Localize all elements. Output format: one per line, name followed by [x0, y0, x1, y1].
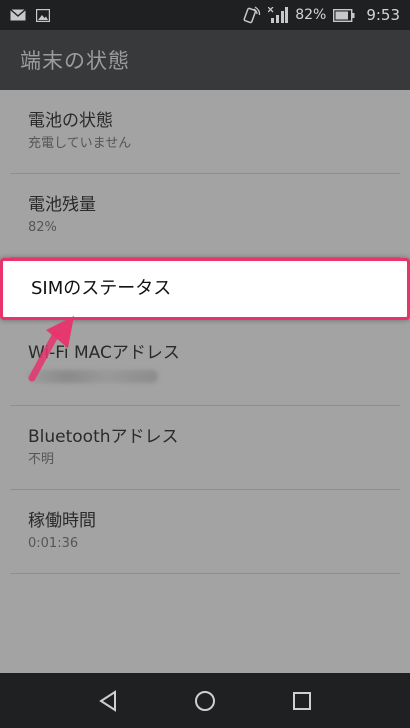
item-title: 電池残量	[28, 195, 96, 215]
item-title: 電池の状態	[28, 111, 113, 131]
list-item-uptime[interactable]: 稼働時間 0:01:36	[10, 490, 400, 574]
battery-icon	[333, 8, 355, 22]
list-item-battery-status[interactable]: 電池の状態 充電していません	[10, 90, 400, 174]
item-summary: 不明	[28, 452, 55, 467]
image-icon	[36, 8, 50, 22]
home-icon[interactable]	[185, 681, 225, 721]
recents-icon[interactable]	[282, 681, 322, 721]
app-bar: 端末の状態	[0, 30, 410, 90]
battery-percent: 82%	[295, 7, 327, 23]
page-title: 端末の状態	[20, 49, 130, 73]
item-title: 稼働時間	[28, 511, 96, 531]
nfc-icon	[241, 6, 261, 24]
list-item-bluetooth-address[interactable]: Bluetoothアドレス 不明	[10, 406, 400, 490]
item-title: Bluetoothアドレス	[28, 427, 179, 447]
list-item-sim-status[interactable]: SIMのステータス	[0, 258, 410, 320]
clock: 9:53	[366, 6, 400, 24]
signal-icon	[268, 7, 289, 23]
item-summary: 82%	[28, 220, 57, 235]
item-summary: 充電していません	[28, 136, 132, 151]
pointer-arrow-icon	[22, 312, 82, 386]
status-bar: 82% 9:53	[0, 0, 410, 30]
list-item-battery-level[interactable]: 電池残量 82%	[10, 174, 400, 258]
mail-icon	[10, 9, 26, 21]
item-summary: 0:01:36	[28, 536, 79, 551]
item-title: Wi-Fi MACアドレス	[28, 343, 180, 363]
item-title: SIMのステータス	[31, 278, 172, 299]
back-icon[interactable]	[88, 681, 128, 721]
navigation-bar	[0, 673, 410, 728]
